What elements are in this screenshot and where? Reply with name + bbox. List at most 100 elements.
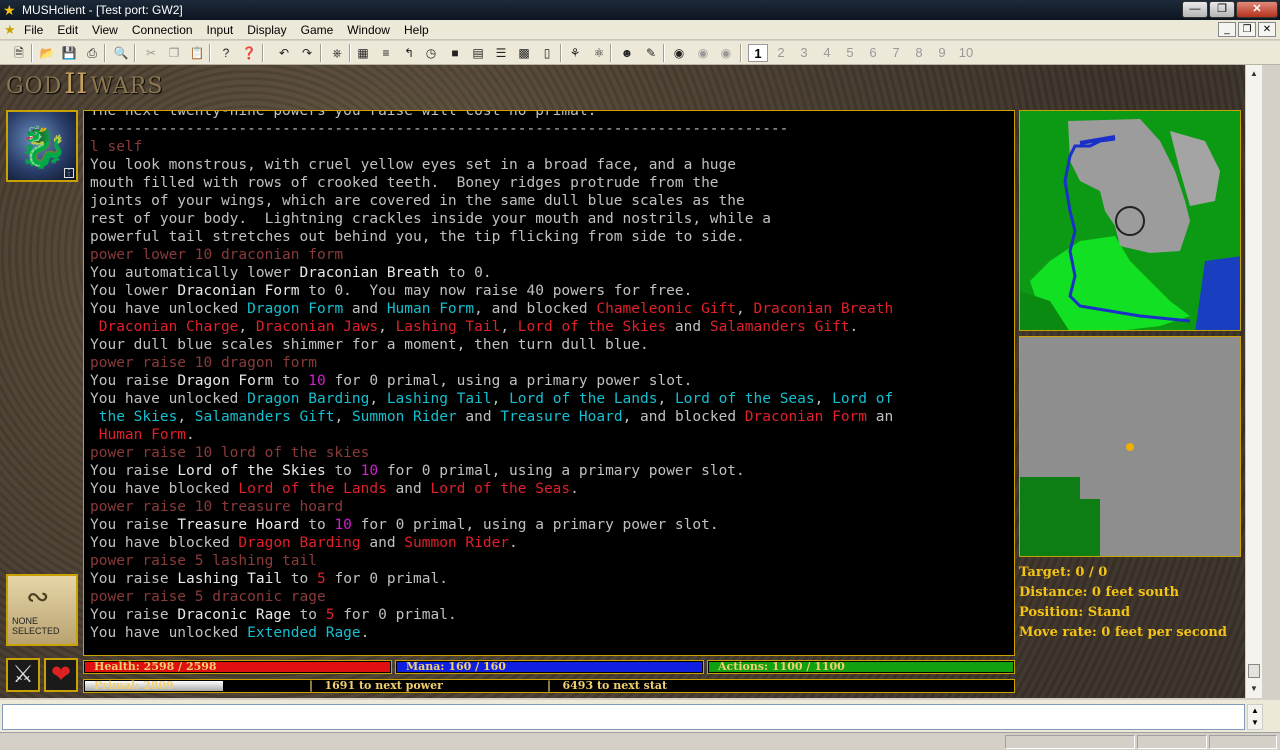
keypad-icon[interactable]: ▤ [469,44,487,62]
output-line: You raise Lord of the Skies to 10 for 0 … [90,462,1014,480]
target-portrait[interactable]: ∾ NONE SELECTED [6,574,78,646]
undo-icon[interactable]: ↶ [275,44,293,62]
output-text: , [238,319,256,335]
scripts-icon[interactable]: ⚛ [590,44,608,62]
find-icon[interactable]: ◉ [670,44,688,62]
mapper-icon[interactable]: ✎ [642,44,660,62]
find-next-icon[interactable]: ◉ [694,44,712,62]
output-text: for 0 primal. [334,607,457,623]
world-tab-10[interactable]: 10 [955,44,977,62]
cut-icon[interactable]: ✂ [142,44,160,62]
menu-help[interactable]: Help [404,23,429,37]
output-text: . [360,625,370,641]
crossed-swords-icon[interactable]: ⚔ [6,658,40,692]
overview-map[interactable] [1019,110,1241,331]
world-tab-1[interactable]: 1 [748,44,768,62]
world-tab-7[interactable]: 7 [886,44,906,62]
output-line: You automatically lower Draconian Breath… [90,264,1014,282]
world-tab-6[interactable]: 6 [863,44,883,62]
paste-icon[interactable]: 📋 [188,44,206,62]
notepad-icon[interactable]: ▩ [515,44,533,62]
game-logo: GODIIWARS [6,67,163,100]
scroll-up-icon[interactable]: ▲ [1248,67,1260,81]
world-tab-3[interactable]: 3 [794,44,814,62]
connect-icon[interactable]: ⎈ [328,44,346,62]
game-area: GODIIWARS 🐉 ⋮ ∾ NONE SELECTED ⚔ ❤ The ne… [0,65,1245,698]
target-info: Target: 0 / 0 [1019,565,1108,580]
world-tab-4[interactable]: 4 [817,44,837,62]
menu-input[interactable]: Input [207,23,234,37]
new-world-icon[interactable]: 🗎 [10,44,28,62]
aliases-icon[interactable]: ↰ [400,44,418,62]
output-text: . [570,481,579,497]
preview-icon[interactable]: 🔍 [112,44,130,62]
output-text: power raise 5 lashing tail [90,553,317,569]
heart-icon[interactable]: ❤ [44,658,78,692]
menu-window[interactable]: Window [347,23,390,37]
output-text: for 0 primal, using a primary power slot… [351,517,719,533]
output-text: and [343,301,387,317]
plugins-icon[interactable]: ⚘ [566,44,584,62]
window-controls: — ❐ ✕ [1182,1,1278,18]
menu-edit[interactable]: Edit [57,23,78,37]
close-button[interactable]: ✕ [1236,1,1278,18]
actions-bar: Actions: 1100 / 1100 [707,660,1015,674]
find-previous-icon[interactable]: ◉ [717,44,735,62]
world-config-icon[interactable]: ▦ [354,44,372,62]
command-scrollbar[interactable]: ▲ ▼ [1247,704,1263,730]
title-bar: ★ MUSHclient - [Test port: GW2] — ❐ ✕ [0,0,1280,20]
activity-icon[interactable]: ☻ [618,44,636,62]
output-window[interactable]: The next twenty-nine powers you raise wi… [83,110,1015,656]
status-segment [1137,735,1207,749]
document-icon[interactable]: ★ [4,22,16,38]
target-label-line1: NONE [12,616,39,626]
output-text: Draconian Form [744,409,868,425]
log-icon[interactable]: ▯ [538,44,556,62]
status-bar [0,732,1280,750]
maximize-button[interactable]: ❐ [1209,1,1235,18]
output-text: Extended Rage [247,625,361,641]
copy-icon[interactable]: ❐ [165,44,183,62]
character-portrait[interactable]: 🐉 ⋮ [6,110,78,182]
variables-icon[interactable]: ☰ [492,44,510,62]
doc-restore-button[interactable]: ❐ [1238,22,1256,37]
command-input[interactable] [2,704,1245,730]
menu-game[interactable]: Game [301,23,334,37]
macros-icon[interactable]: ■ [446,44,464,62]
timers-icon[interactable]: ◷ [422,44,440,62]
output-text: for 0 primal, using a primary power slot… [378,463,745,479]
output-text: Lashing Tail [395,319,501,335]
save-icon[interactable]: 💾 [60,44,78,62]
menu-display[interactable]: Display [247,23,286,37]
output-text: Dragon Form [247,301,344,317]
output-text: and [456,409,501,425]
scrollbar-thumb[interactable] [1248,664,1260,678]
world-tab-8[interactable]: 8 [909,44,929,62]
menu-connection[interactable]: Connection [132,23,193,37]
context-help-icon[interactable]: ❓ [240,44,258,62]
world-tab-9[interactable]: 9 [932,44,952,62]
portrait-menu-icon[interactable]: ⋮ [64,168,74,178]
help-icon[interactable]: ? [217,44,235,62]
output-scrollbar[interactable]: ▲ ▼ [1245,65,1262,698]
open-icon[interactable]: 📂 [38,44,56,62]
output-text: rest of your body. Lightning crackles in… [90,211,771,227]
menu-file[interactable]: File [24,23,43,37]
world-tab-5[interactable]: 5 [840,44,860,62]
scroll-down-icon[interactable]: ▼ [1248,682,1260,696]
output-line: You raise Dragon Form to 10 for 0 primal… [90,372,1014,390]
menu-view[interactable]: View [92,23,118,37]
print-icon[interactable]: ⎙ [83,44,101,62]
triggers-icon[interactable]: ≡ [377,44,395,62]
world-tab-2[interactable]: 2 [771,44,791,62]
local-map[interactable] [1019,336,1241,557]
mana-bar: Mana: 160 / 160 [395,660,704,674]
app-icon[interactable]: ★ [3,2,19,18]
output-text: . [509,535,518,551]
toolbar-separator [610,44,612,62]
redo-icon[interactable]: ↷ [298,44,316,62]
toolbar-separator [31,44,33,62]
minimize-button[interactable]: — [1182,1,1208,18]
doc-minimize-button[interactable]: _ [1218,22,1236,37]
doc-close-button[interactable]: ✕ [1258,22,1276,37]
